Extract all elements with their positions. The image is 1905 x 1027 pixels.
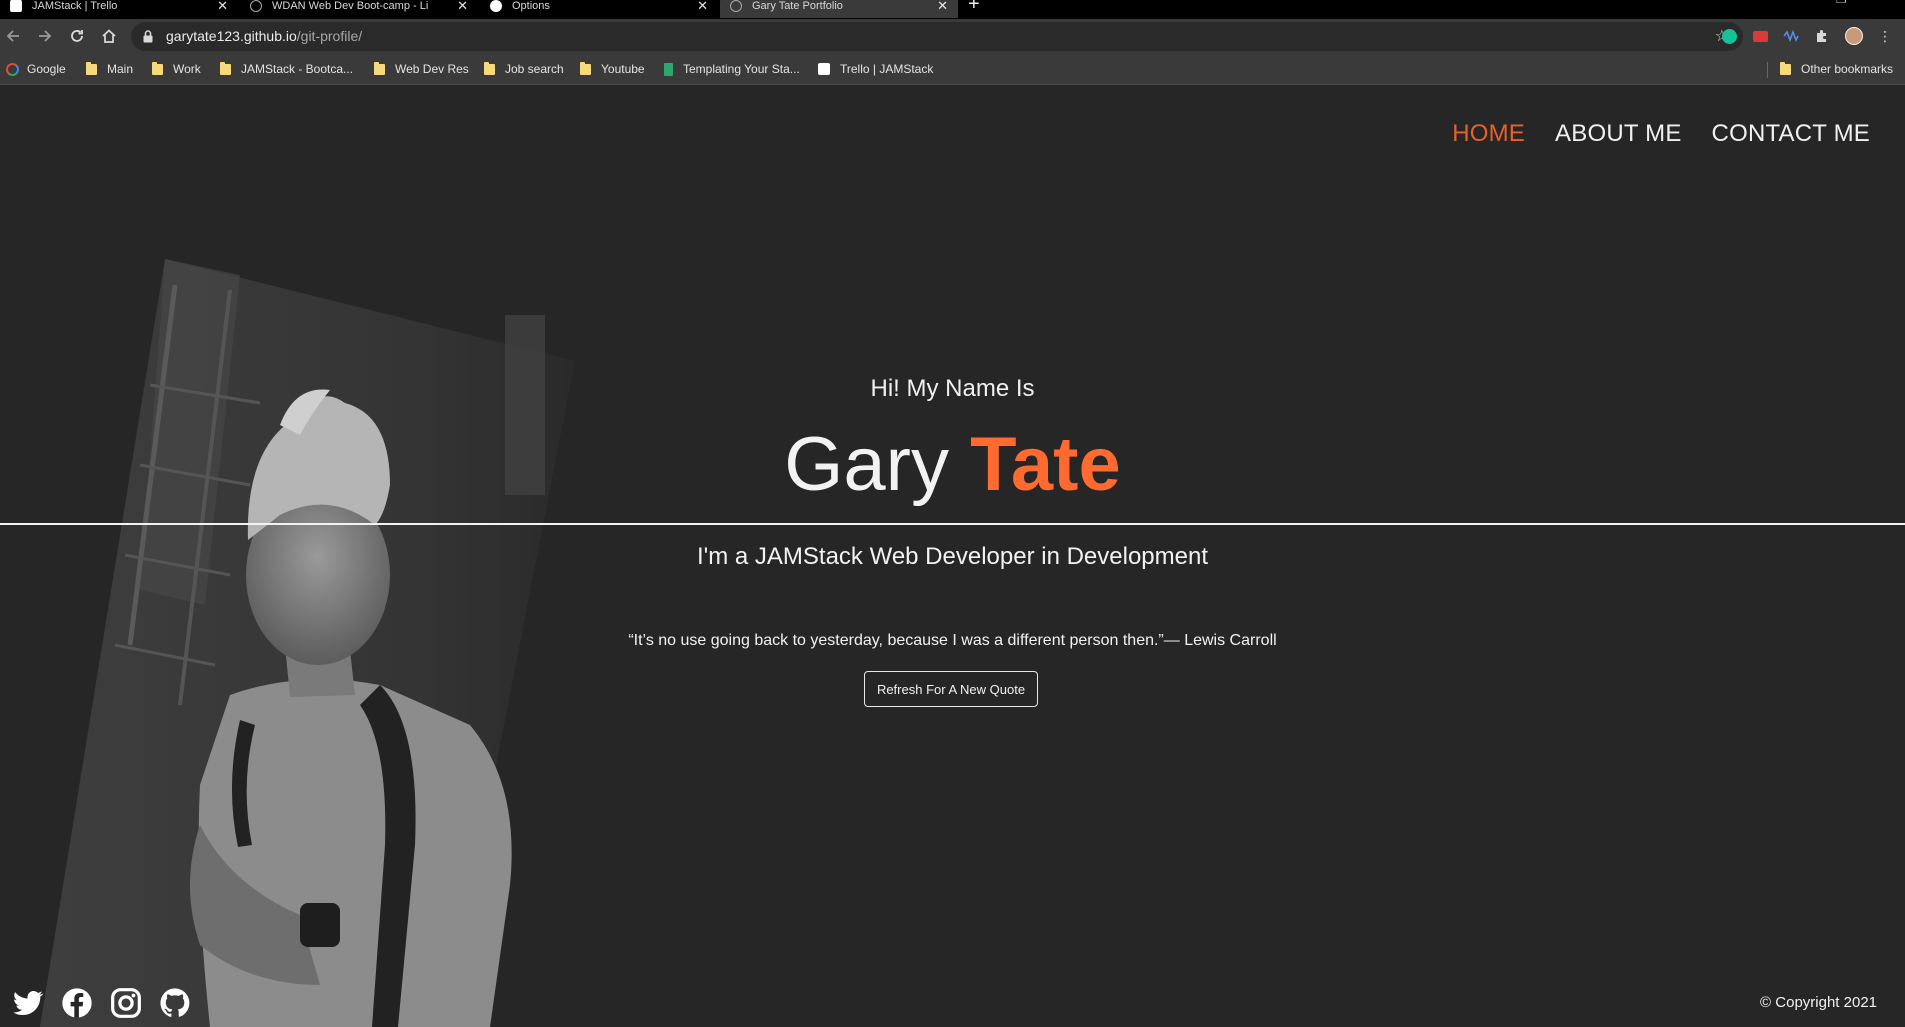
google-icon: [6, 62, 19, 76]
tab-title: Gary Tate Portfolio: [752, 0, 843, 12]
refresh-quote-button[interactable]: Refresh For A New Quote: [864, 671, 1038, 707]
bookmark-templating[interactable]: Templating Your Sta...: [664, 62, 800, 76]
bookmark-label: Web Dev Res: [395, 62, 469, 76]
bookmarks-bar: Google Main Work JAMStack - Bootca... We…: [0, 55, 1905, 85]
bookmark-folder-jobsearch[interactable]: Job search: [484, 61, 564, 76]
bookmark-label: Work: [173, 62, 201, 76]
folder-icon: [580, 61, 591, 75]
close-tab-icon[interactable]: ✕: [697, 0, 708, 14]
browser-tab[interactable]: WDAN Web Dev Boot-camp - Li ✕: [240, 0, 478, 18]
other-bookmarks[interactable]: Other bookmarks: [1780, 61, 1894, 76]
hero-first-name: Gary: [784, 422, 949, 507]
globe-icon: [730, 0, 742, 12]
nav-home-link[interactable]: HOME: [1452, 120, 1525, 148]
page-icon: [664, 62, 673, 76]
bookmark-label: Job search: [505, 62, 564, 76]
nav-contact-link[interactable]: CONTACT ME: [1712, 120, 1870, 148]
close-tab-icon[interactable]: ✕: [217, 0, 228, 14]
hero-name: Gary Tate: [0, 420, 1905, 510]
bookmark-folder-work[interactable]: Work: [152, 61, 201, 76]
address-toolbar: garytate123.github.io/git-profile/ ☆ ⋮: [0, 19, 1905, 55]
twitter-icon[interactable]: [12, 987, 44, 1019]
extensions-puzzle-icon[interactable]: [1813, 27, 1831, 45]
folder-icon: [152, 61, 163, 75]
github-icon[interactable]: [159, 987, 191, 1019]
profile-avatar[interactable]: [1845, 27, 1863, 45]
tab-title: Options: [512, 0, 550, 12]
url-text[interactable]: garytate123.github.io/git-profile/: [166, 28, 362, 44]
browser-menu-icon[interactable]: ⋮: [1876, 27, 1894, 45]
lock-icon[interactable]: [143, 30, 153, 48]
back-icon[interactable]: [2, 25, 24, 47]
tab-title: JAMStack | Trello: [32, 0, 118, 12]
bookmark-folder-youtube[interactable]: Youtube: [580, 61, 645, 76]
close-tab-icon[interactable]: ✕: [937, 0, 948, 14]
folder-icon: [1780, 61, 1791, 75]
bookmark-folder-main[interactable]: Main: [86, 61, 134, 76]
bookmark-label: Other bookmarks: [1801, 62, 1894, 76]
reload-icon[interactable]: [66, 25, 88, 47]
hero-divider: [0, 523, 1905, 525]
tab-title: WDAN Web Dev Boot-camp - Li: [272, 0, 429, 12]
close-tab-icon[interactable]: ✕: [457, 0, 468, 14]
bookmark-label: Main: [107, 62, 134, 76]
url-host: garytate123.github.io: [166, 28, 297, 44]
instagram-icon[interactable]: [110, 987, 142, 1019]
bookmark-label: Templating Your Sta...: [683, 62, 800, 76]
browser-tab[interactable]: JAMStack | Trello ✕: [0, 0, 238, 18]
home-icon[interactable]: [98, 25, 120, 47]
restore-window-icon[interactable]: ❐: [1836, 0, 1847, 6]
social-links: [12, 987, 191, 1019]
trello-icon: [818, 63, 830, 75]
quote-text: “It’s no use going back to yesterday, be…: [628, 632, 1277, 649]
facebook-icon[interactable]: [61, 987, 93, 1019]
portfolio-page: HOME ABOUT ME CONTACT ME Hi! My Name Is …: [0, 85, 1905, 1027]
browser-tab[interactable]: Options ✕: [480, 0, 718, 18]
browser-tab-active[interactable]: Gary Tate Portfolio ✕: [720, 0, 958, 18]
browser-tab-bar: JAMStack | Trello ✕ WDAN Web Dev Boot-ca…: [0, 0, 1905, 19]
bookmark-folder-webdevres[interactable]: Web Dev Res: [374, 61, 469, 76]
trello-icon: [10, 0, 22, 12]
hero-greeting: Hi! My Name Is: [870, 375, 1035, 402]
globe-icon: [250, 0, 262, 12]
forward-icon[interactable]: [34, 25, 56, 47]
extension-red-icon[interactable]: [1751, 27, 1769, 45]
folder-icon: [374, 61, 385, 75]
bookmarks-divider: [1767, 62, 1768, 78]
hero-tagline: I'm a JAMStack Web Developer in Developm…: [696, 543, 1209, 570]
bookmark-label: Youtube: [601, 62, 645, 76]
folder-icon: [86, 61, 97, 75]
hero-last-name: Tate: [970, 422, 1121, 507]
bookmark-google[interactable]: Google: [6, 62, 66, 76]
folder-icon: [484, 61, 495, 75]
url-path: /git-profile/: [296, 28, 363, 44]
nav-about-link[interactable]: ABOUT ME: [1555, 120, 1682, 148]
bookmark-label: JAMStack - Bootca...: [241, 62, 354, 76]
folder-icon: [220, 61, 231, 75]
main-nav: HOME ABOUT ME CONTACT ME: [1452, 120, 1870, 148]
bookmark-label: Google: [27, 62, 66, 76]
extension-wave-icon[interactable]: [1782, 27, 1800, 45]
address-bar[interactable]: garytate123.github.io/git-profile/ ☆: [131, 22, 1743, 51]
bookmark-folder-jamstack[interactable]: JAMStack - Bootca...: [220, 61, 354, 76]
bookmark-label: Trello | JAMStack: [840, 62, 934, 76]
bookmark-trello[interactable]: Trello | JAMStack: [818, 62, 933, 76]
grammarly-icon[interactable]: [1720, 27, 1738, 45]
github-icon: [490, 0, 502, 12]
new-tab-button[interactable]: +: [968, 0, 980, 16]
copyright-text: © Copyright 2021: [1760, 994, 1877, 1011]
